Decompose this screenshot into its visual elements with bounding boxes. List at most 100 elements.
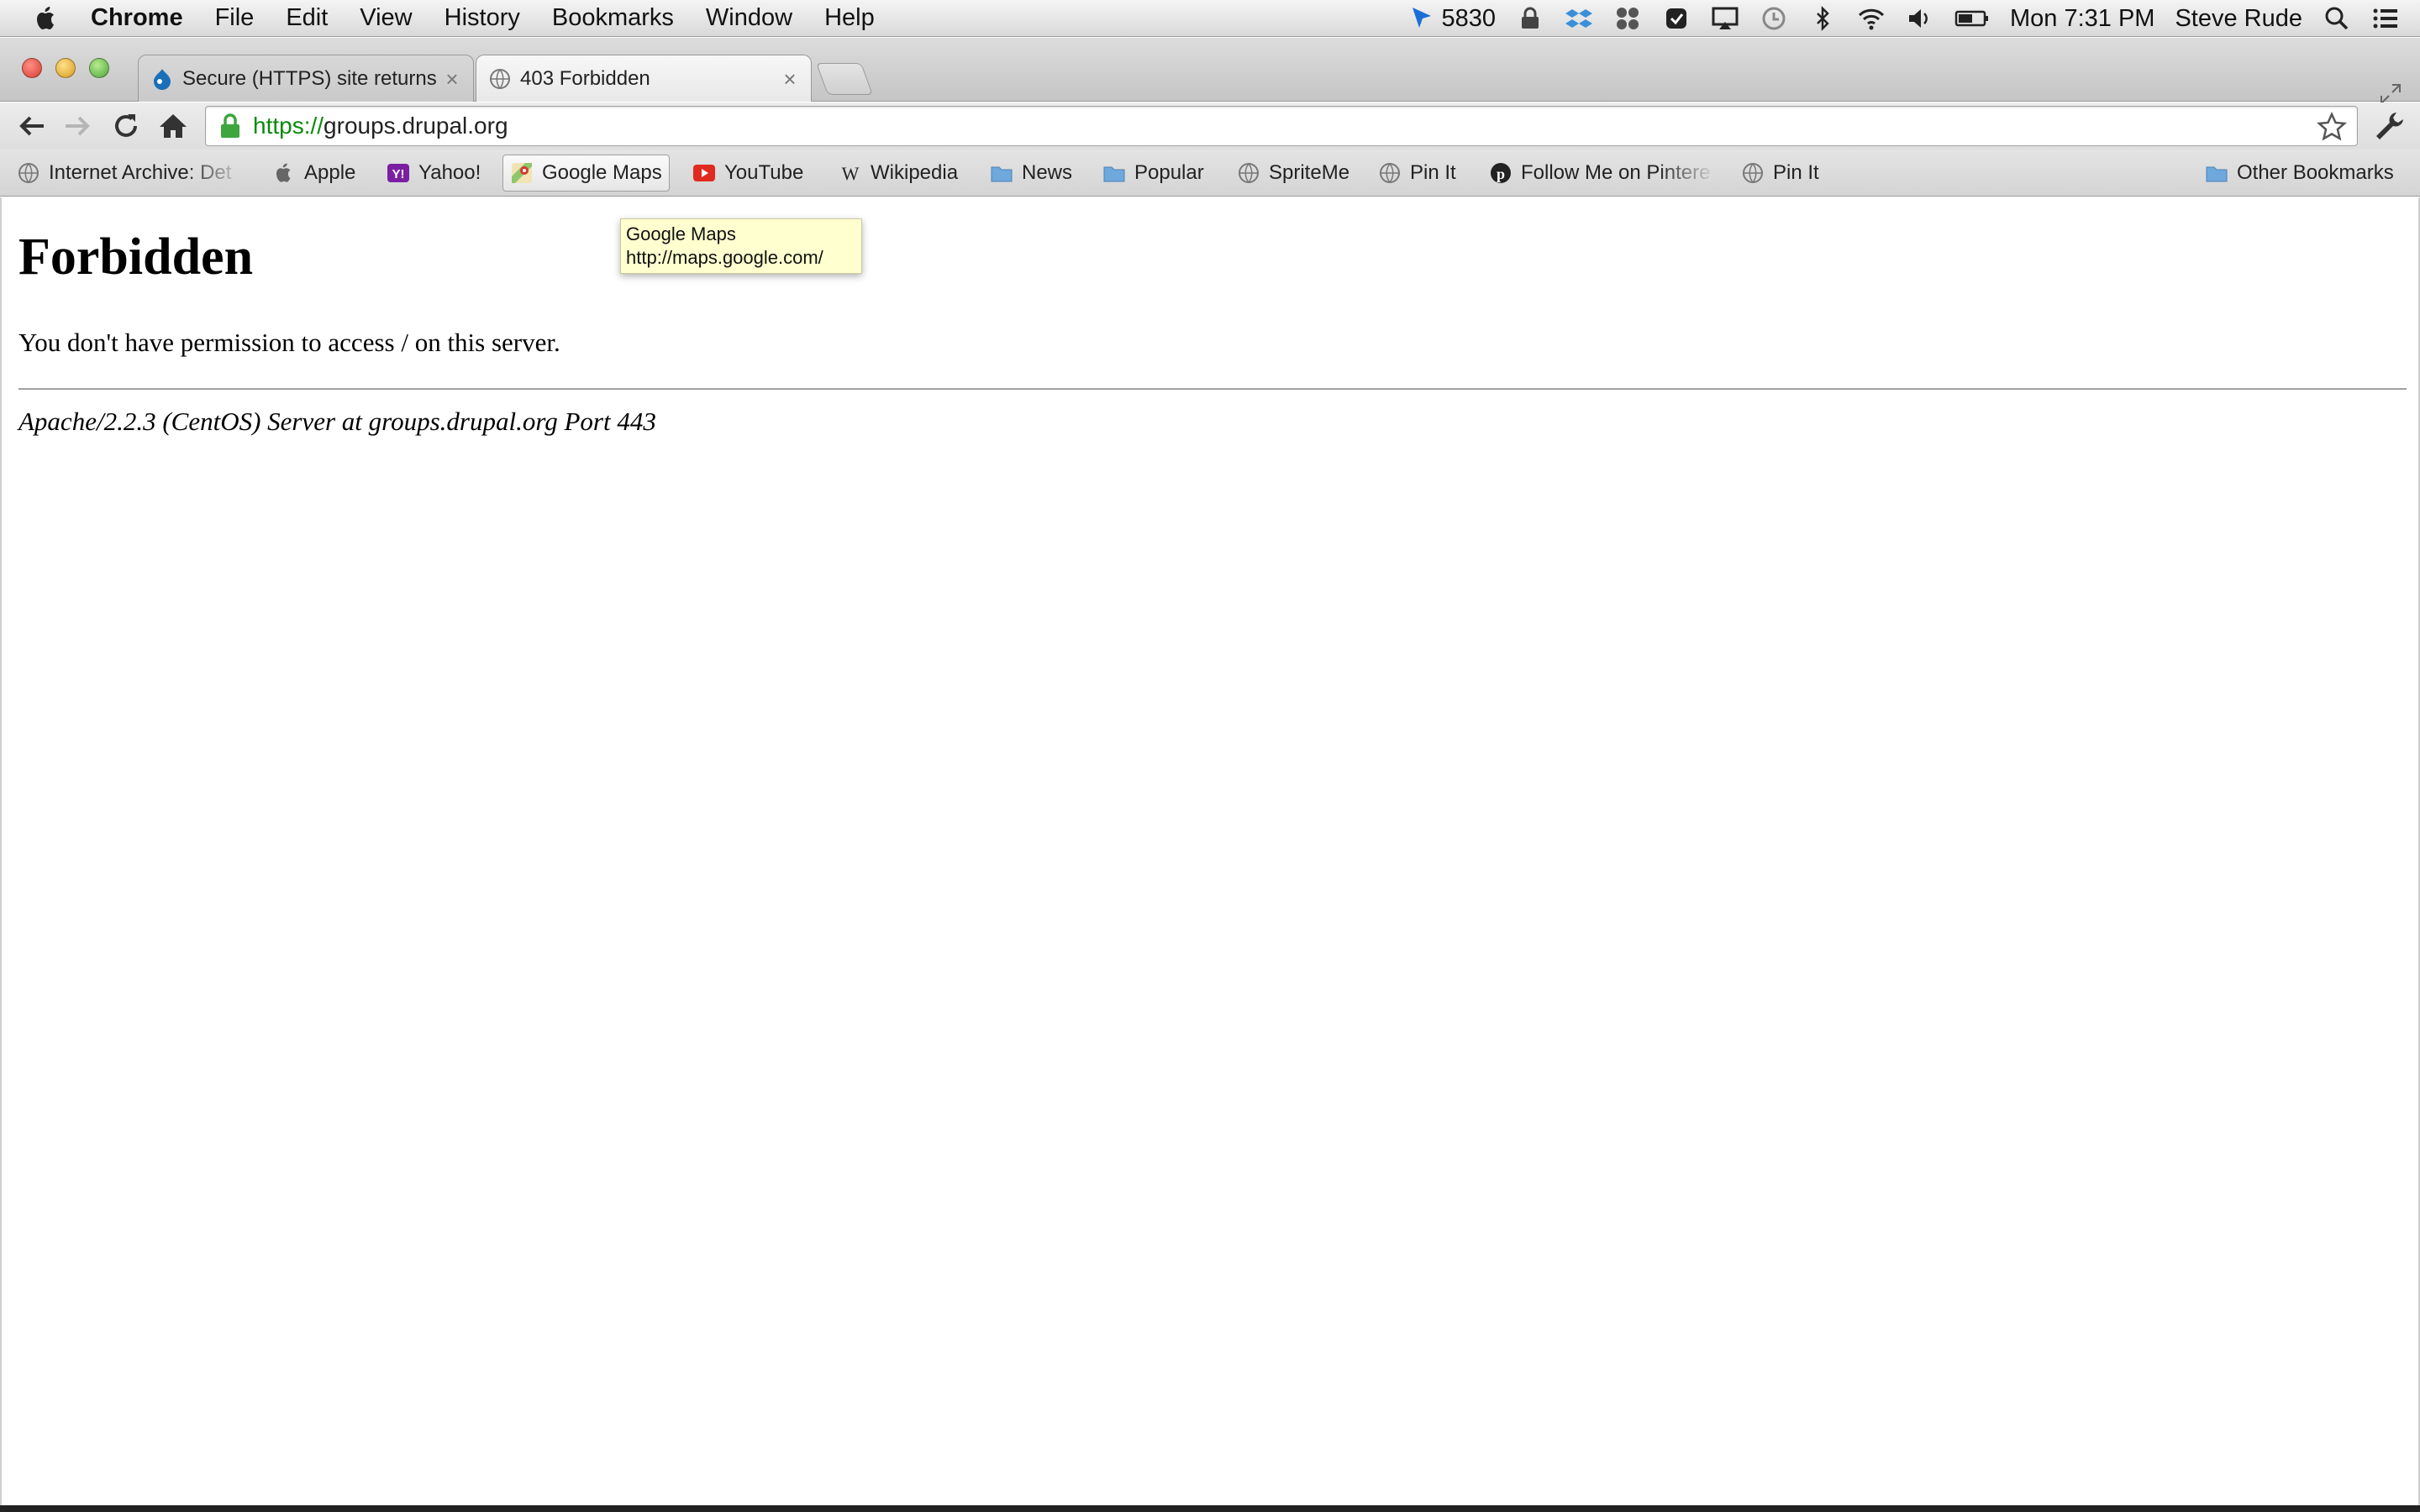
url-host: groups.drupal.org [324,113,508,139]
tab-close-icon[interactable]: × [443,68,461,90]
bookmark-pin-it[interactable]: Pin It [1371,155,1463,192]
bookmarks-bar: Internet Archive: Det Apple Y! Yahoo! Go… [0,150,2420,197]
bookmark-label: SpriteMe [1269,161,1350,184]
forward-button[interactable] [60,109,94,143]
forward-arrow-icon [66,116,90,136]
server-signature: Apache/2.2.3 (CentOS) Server at groups.d… [18,407,656,436]
bookmark-label: Internet Archive: Det [49,161,232,184]
bookmark-label: Popular [1134,161,1204,184]
back-arrow-icon [19,116,44,136]
volume-icon[interactable] [1906,4,1934,33]
drupal-icon [154,68,171,90]
url-scheme: https:// [253,113,324,139]
bookmark-label: Follow Me on Pintere [1521,161,1711,184]
address-bar[interactable]: https://groups.drupal.org [205,106,2358,146]
apple-menu-icon[interactable] [32,4,60,33]
menu-file[interactable]: File [215,4,255,32]
user-name[interactable]: Steve Rude [2175,5,2302,33]
back-button[interactable] [15,109,49,143]
airplay-icon[interactable] [1711,4,1739,33]
globe-icon [1239,163,1259,183]
menu-bookmarks[interactable]: Bookmarks [552,4,674,32]
bookmark-follow-pinterest[interactable]: p Follow Me on Pintere [1482,155,1723,192]
menu-view[interactable]: View [360,4,412,32]
cursor-counter[interactable]: 5830 [1407,4,1496,33]
bookmark-google-maps[interactable]: Google Maps [502,155,670,192]
time-machine-icon[interactable] [1760,4,1788,33]
browser-toolbar: https://groups.drupal.org [0,102,2420,150]
globe-icon [18,163,39,183]
window-zoom-button[interactable] [89,58,109,78]
menu-help[interactable]: Help [824,4,875,32]
menu-edit[interactable]: Edit [286,4,328,32]
tab-403-forbidden[interactable]: 403 Forbidden × [476,55,812,102]
home-button[interactable] [156,109,190,143]
wrench-menu-icon[interactable] [2373,109,2407,143]
menubar-status-area: 5830 Mon 7:31 PM Steve Rude [1407,0,2420,37]
youtube-icon [693,165,715,181]
wikipedia-icon: W [842,163,860,184]
bookmark-label: News [1022,161,1073,184]
bookmark-label: Wikipedia [871,161,959,184]
error-message: You don't have permission to access / on… [18,328,560,357]
bookmark-spriteme[interactable]: SpriteMe [1230,155,1356,192]
bookmark-wikipedia[interactable]: W Wikipedia [832,155,965,192]
folder-icon [2206,166,2228,182]
bookmark-folder-news[interactable]: News [983,155,1079,192]
menu-window[interactable]: Window [706,4,792,32]
folder-icon [1103,166,1125,182]
yahoo-icon: Y! [387,164,409,182]
tooltip-title: Google Maps [626,223,736,244]
new-tab-button[interactable] [816,63,873,95]
bookmark-yahoo[interactable]: Y! Yahoo! [380,155,487,192]
window-minimize-button[interactable] [55,58,76,78]
tab-close-icon[interactable]: × [781,68,799,90]
reload-icon [115,114,137,137]
pinterest-icon: p [1491,163,1511,183]
address-url[interactable]: https://groups.drupal.org [253,113,508,139]
svg-text:W: W [842,163,860,184]
folder-icon [991,166,1013,182]
divider [18,388,2407,390]
apple-icon [276,163,291,182]
bookmark-label: YouTube [724,161,804,184]
notification-center-icon[interactable] [2371,4,2400,33]
bookmark-label: Pin It [1773,161,1819,184]
globe-icon [1743,163,1763,183]
bookmark-youtube[interactable]: YouTube [686,155,810,192]
home-icon [160,114,187,138]
menu-history[interactable]: History [445,4,520,32]
tab-title: 403 Forbidden [520,66,650,90]
menu-app-chrome[interactable]: Chrome [91,4,183,32]
globe-icon [1380,163,1400,183]
tab-secure-site[interactable]: Secure (HTTPS) site returns 4 × [138,55,474,102]
cursor-count-text: 5830 [1441,4,1496,32]
reload-button[interactable] [109,109,143,143]
window-close-button[interactable] [22,58,42,78]
secure-lock-icon[interactable] [218,113,243,139]
evernote-icon[interactable] [1662,4,1691,33]
battery-icon[interactable] [1954,4,1990,33]
bookmark-apple[interactable]: Apple [266,155,362,192]
app-grid-icon[interactable] [1613,4,1642,33]
mac-menubar: Chrome File Edit View History Bookmarks … [0,0,2420,37]
wifi-icon[interactable] [1857,4,1886,33]
bluetooth-icon[interactable] [1808,4,1837,33]
spotlight-icon[interactable] [2323,4,2351,33]
tab-strip: Secure (HTTPS) site returns 4 × 403 Forb… [0,38,2420,104]
bookmark-internet-archive[interactable]: Internet Archive: Det [10,155,250,192]
dropbox-icon[interactable] [1565,4,1593,33]
cursor-arrow-icon [1413,8,1432,28]
bookmark-folder-popular[interactable]: Popular [1096,155,1211,192]
clock[interactable]: Mon 7:31 PM [2010,5,2154,33]
page-title: Forbidden [18,228,254,286]
lock-status-icon[interactable] [1516,4,1544,33]
maps-icon [512,163,532,183]
bookmark-other-bookmarks[interactable]: Other Bookmarks [2198,155,2401,192]
bookmark-label: Google Maps [542,161,662,184]
bookmark-label: Apple [304,161,356,184]
svg-text:p: p [1497,165,1505,182]
bookmark-pin-it-2[interactable]: Pin It [1734,155,1826,192]
bookmark-label: Pin It [1410,161,1456,184]
bookmark-star-icon[interactable] [2317,112,2347,142]
